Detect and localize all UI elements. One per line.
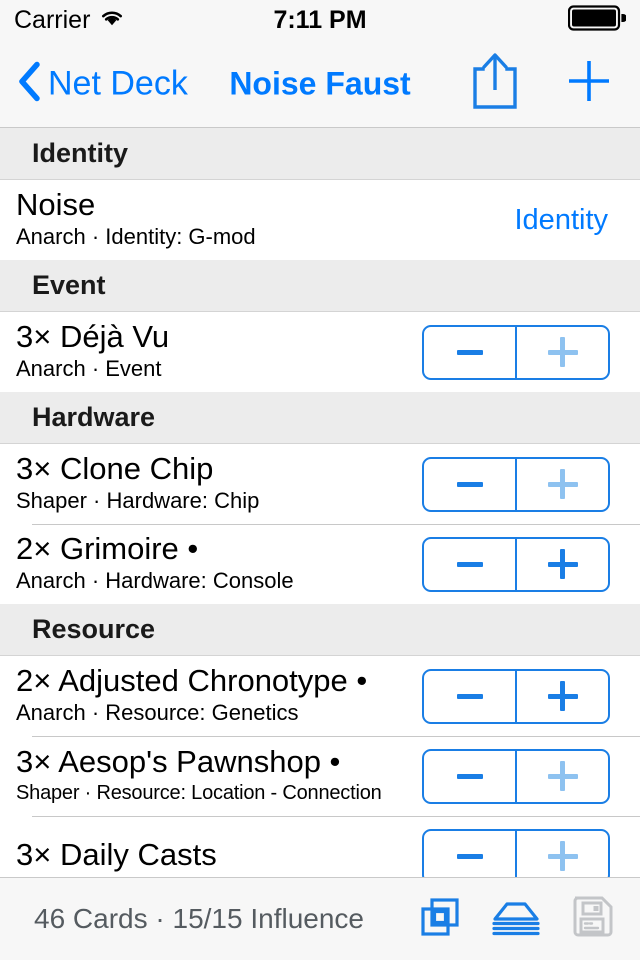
navigation-bar: Net Deck Noise Faust — [0, 40, 640, 128]
bottom-toolbar: 46 Cards · 15/15 Influence — [0, 877, 640, 960]
quantity-stepper[interactable] — [422, 536, 610, 592]
card-row-text: Noise Anarch · Identity: G-mod — [16, 181, 515, 260]
card-title: 3× Clone Chip — [16, 450, 214, 486]
card-row-text: 2× Adjusted Chronotype • Anarch · Resourc… — [16, 657, 422, 736]
save-deck-button[interactable] — [566, 893, 618, 945]
card-subtitle: Anarch · Resource: Genetics — [16, 700, 299, 726]
save-floppy-icon — [569, 894, 615, 945]
plus-icon — [547, 681, 578, 711]
section-header: Event — [0, 260, 640, 312]
card-subtitle: Anarch · Hardware: Console — [16, 568, 294, 594]
stepper-increment-button[interactable] — [515, 670, 608, 722]
card-accessory-label: Identity — [514, 203, 609, 236]
copy-cards-button[interactable] — [414, 893, 466, 945]
minus-icon — [456, 349, 483, 355]
card-row-text: 3× Clone Chip Shaper · Hardware: Chip — [16, 445, 422, 524]
stepper-increment-button[interactable] — [515, 458, 608, 510]
card-row[interactable]: 2× Grimoire • Anarch · Hardware: Console — [0, 524, 640, 604]
plus-icon — [547, 841, 578, 871]
card-subtitle: Anarch · Identity: G-mod — [16, 224, 256, 250]
share-icon — [468, 50, 522, 117]
battery-full-icon — [567, 4, 627, 36]
card-title: 3× Déjà Vu — [16, 318, 170, 354]
minus-icon — [456, 773, 483, 779]
card-list[interactable]: Identity Noise Anarch · Identity: G-mod Ide… — [0, 128, 640, 877]
deck-status-label: 46 Cards · 15/15 Influence — [34, 903, 364, 934]
quantity-stepper[interactable] — [422, 828, 610, 878]
plus-icon — [547, 549, 578, 579]
card-title: 3× Aesop's Pawnshop • — [16, 743, 341, 779]
minus-icon — [456, 853, 483, 859]
card-row-text: 2× Grimoire • Anarch · Hardware: Console — [16, 525, 422, 604]
stepper-decrement-button[interactable] — [424, 459, 515, 510]
stepper-increment-button[interactable] — [515, 538, 608, 590]
stepper-increment-button[interactable] — [515, 750, 608, 802]
card-subtitle: Shaper · Hardware: Chip — [16, 488, 260, 514]
plus-icon — [547, 337, 578, 367]
stepper-decrement-button[interactable] — [424, 671, 515, 722]
share-button[interactable] — [458, 47, 532, 121]
app-screen: Carrier 7:11 PM Net Deck Noise Faust Ide… — [0, 0, 640, 960]
card-title: 2× Grimoire • — [16, 530, 199, 566]
deck-stack-icon — [491, 896, 541, 943]
card-row-text: 3× Aesop's Pawnshop • Shaper · Resource: … — [16, 738, 422, 814]
toolbar-buttons — [414, 893, 618, 945]
card-subtitle: Shaper · Resource: Location - Connection — [16, 781, 382, 804]
card-row[interactable]: 3× Aesop's Pawnshop • Shaper · Resource: … — [0, 736, 640, 816]
plus-icon — [547, 761, 578, 791]
status-bar: Carrier 7:11 PM — [0, 0, 640, 40]
stepper-decrement-button[interactable] — [424, 831, 515, 878]
stepper-increment-button[interactable] — [515, 326, 608, 378]
stepper-decrement-button[interactable] — [424, 327, 515, 378]
card-title: Noise — [16, 186, 96, 222]
quantity-stepper[interactable] — [422, 748, 610, 804]
add-card-button[interactable] — [554, 49, 624, 119]
clock-label: 7:11 PM — [273, 5, 367, 34]
minus-icon — [456, 561, 483, 567]
card-row[interactable]: Noise Anarch · Identity: G-mod Identity — [0, 180, 640, 260]
section-header: Identity — [0, 128, 640, 180]
card-row[interactable]: 3× Clone Chip Shaper · Hardware: Chip — [0, 444, 640, 524]
deck-stack-button[interactable] — [490, 893, 542, 945]
minus-icon — [456, 693, 483, 699]
quantity-stepper[interactable] — [422, 668, 610, 724]
card-title: 2× Adjusted Chronotype • — [16, 662, 368, 698]
copy-cards-icon — [419, 896, 461, 943]
card-row-text: 3× Daily Casts — [16, 831, 422, 877]
card-title: 3× Daily Casts — [16, 836, 217, 872]
status-bar-right — [567, 4, 627, 36]
page-title: Noise Faust — [229, 65, 411, 101]
card-row[interactable]: 3× Déjà Vu Anarch · Event — [0, 312, 640, 392]
stepper-decrement-button[interactable] — [424, 751, 515, 802]
card-row[interactable]: 3× Daily Casts — [0, 816, 640, 877]
stepper-decrement-button[interactable] — [424, 539, 515, 590]
section-header: Resource — [0, 604, 640, 656]
quantity-stepper[interactable] — [422, 456, 610, 512]
card-row-text: 3× Déjà Vu Anarch · Event — [16, 313, 422, 392]
card-row[interactable]: 2× Adjusted Chronotype • Anarch · Resourc… — [0, 656, 640, 736]
stepper-increment-button[interactable] — [515, 830, 608, 877]
minus-icon — [456, 481, 483, 487]
plus-icon — [565, 57, 613, 110]
section-header: Hardware — [0, 392, 640, 444]
card-subtitle: Anarch · Event — [16, 356, 162, 382]
quantity-stepper[interactable] — [422, 324, 610, 380]
plus-icon — [547, 469, 578, 499]
